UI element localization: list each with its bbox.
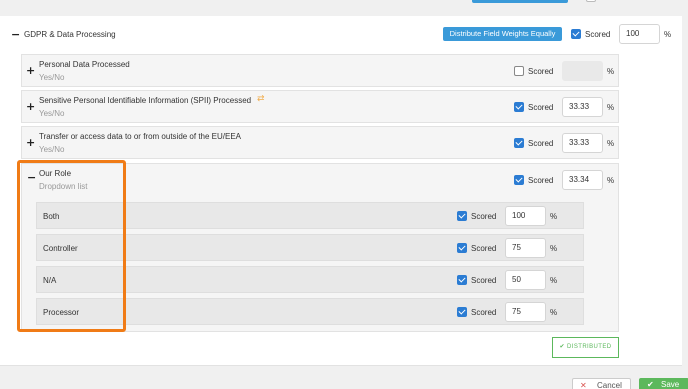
field-scored-label: Scored xyxy=(528,67,554,76)
field-scored-checkbox[interactable] xyxy=(514,138,524,148)
field-type: Yes/No xyxy=(39,73,65,82)
percent-sign: % xyxy=(664,30,672,39)
expand-icon[interactable]: + xyxy=(26,136,35,149)
option-scored-label: Scored xyxy=(471,244,497,253)
percent-sign: % xyxy=(607,103,615,112)
collapse-icon[interactable]: − xyxy=(11,28,20,41)
field-weight-input[interactable]: 33.33 xyxy=(562,97,603,117)
field-type: Yes/No xyxy=(39,145,65,154)
group-scored-label: Scored xyxy=(585,30,611,39)
field-scored-label: Scored xyxy=(528,139,554,148)
field-title: Sensitive Personal Identifiable Informat… xyxy=(39,96,252,105)
close-icon: ✕ xyxy=(580,381,587,389)
option-scored-label: Scored xyxy=(471,308,497,317)
highlight-box xyxy=(17,160,126,332)
swap-icon: ⇄ xyxy=(257,94,265,104)
expand-icon[interactable]: + xyxy=(26,100,35,113)
option-weight-input[interactable]: 75 xyxy=(505,238,546,258)
cancel-label: Cancel xyxy=(597,381,622,389)
distributed-badge: ✔ DISTRIBUTED xyxy=(552,337,619,358)
save-label: Save xyxy=(661,380,680,389)
field-row-personal-data: + Personal Data Processed Yes/No Scored … xyxy=(21,54,619,87)
field-scored-checkbox[interactable] xyxy=(514,102,524,112)
field-scored-checkbox[interactable] xyxy=(514,175,524,185)
field-weight-input[interactable]: 33.34 xyxy=(562,170,603,190)
field-row-transfer-data: + Transfer or access data to or from out… xyxy=(21,126,619,159)
group-title: GDPR & Data Processing xyxy=(24,30,116,39)
option-scored-checkbox[interactable] xyxy=(457,211,467,221)
group-scored-checkbox[interactable] xyxy=(571,29,581,39)
field-title: Personal Data Processed xyxy=(39,60,130,69)
option-weight-input[interactable]: 50 xyxy=(505,270,546,290)
field-weight-input[interactable]: 33.33 xyxy=(562,133,603,153)
distribute-weights-button[interactable]: Distribute Field Weights Equally xyxy=(443,27,562,41)
option-scored-checkbox[interactable] xyxy=(457,275,467,285)
top-bar xyxy=(0,0,688,16)
field-weight-input[interactable] xyxy=(562,61,603,81)
check-icon: ✔ xyxy=(647,380,654,389)
percent-sign: % xyxy=(550,244,558,253)
percent-sign: % xyxy=(607,67,615,76)
group-weight-input[interactable]: 100 xyxy=(619,24,660,44)
top-button-partial[interactable] xyxy=(472,0,568,3)
group-header: − GDPR & Data Processing Distribute Fiel… xyxy=(0,16,682,54)
percent-sign: % xyxy=(550,308,558,317)
field-type: Yes/No xyxy=(39,109,65,118)
field-title: Transfer or access data to or from outsi… xyxy=(39,132,242,141)
percent-sign: % xyxy=(550,276,558,285)
option-scored-label: Scored xyxy=(471,212,497,221)
percent-sign: % xyxy=(607,139,615,148)
field-row-spii: + Sensitive Personal Identifiable Inform… xyxy=(21,90,619,123)
expand-icon[interactable]: + xyxy=(26,64,35,77)
option-weight-input[interactable]: 75 xyxy=(505,302,546,322)
percent-sign: % xyxy=(607,176,615,185)
option-scored-checkbox[interactable] xyxy=(457,243,467,253)
cancel-button[interactable]: ✕ Cancel xyxy=(572,378,631,389)
percent-sign: % xyxy=(550,212,558,221)
top-checkbox-partial[interactable] xyxy=(586,0,596,2)
save-button[interactable]: ✔ Save xyxy=(639,378,688,389)
option-scored-label: Scored xyxy=(471,276,497,285)
option-scored-checkbox[interactable] xyxy=(457,307,467,317)
option-weight-input[interactable]: 100 xyxy=(505,206,546,226)
field-scored-label: Scored xyxy=(528,103,554,112)
field-scored-label: Scored xyxy=(528,176,554,185)
field-scored-checkbox[interactable] xyxy=(514,66,524,76)
check-icon: ✔ xyxy=(559,344,565,350)
distributed-label: DISTRIBUTED xyxy=(567,344,612,350)
